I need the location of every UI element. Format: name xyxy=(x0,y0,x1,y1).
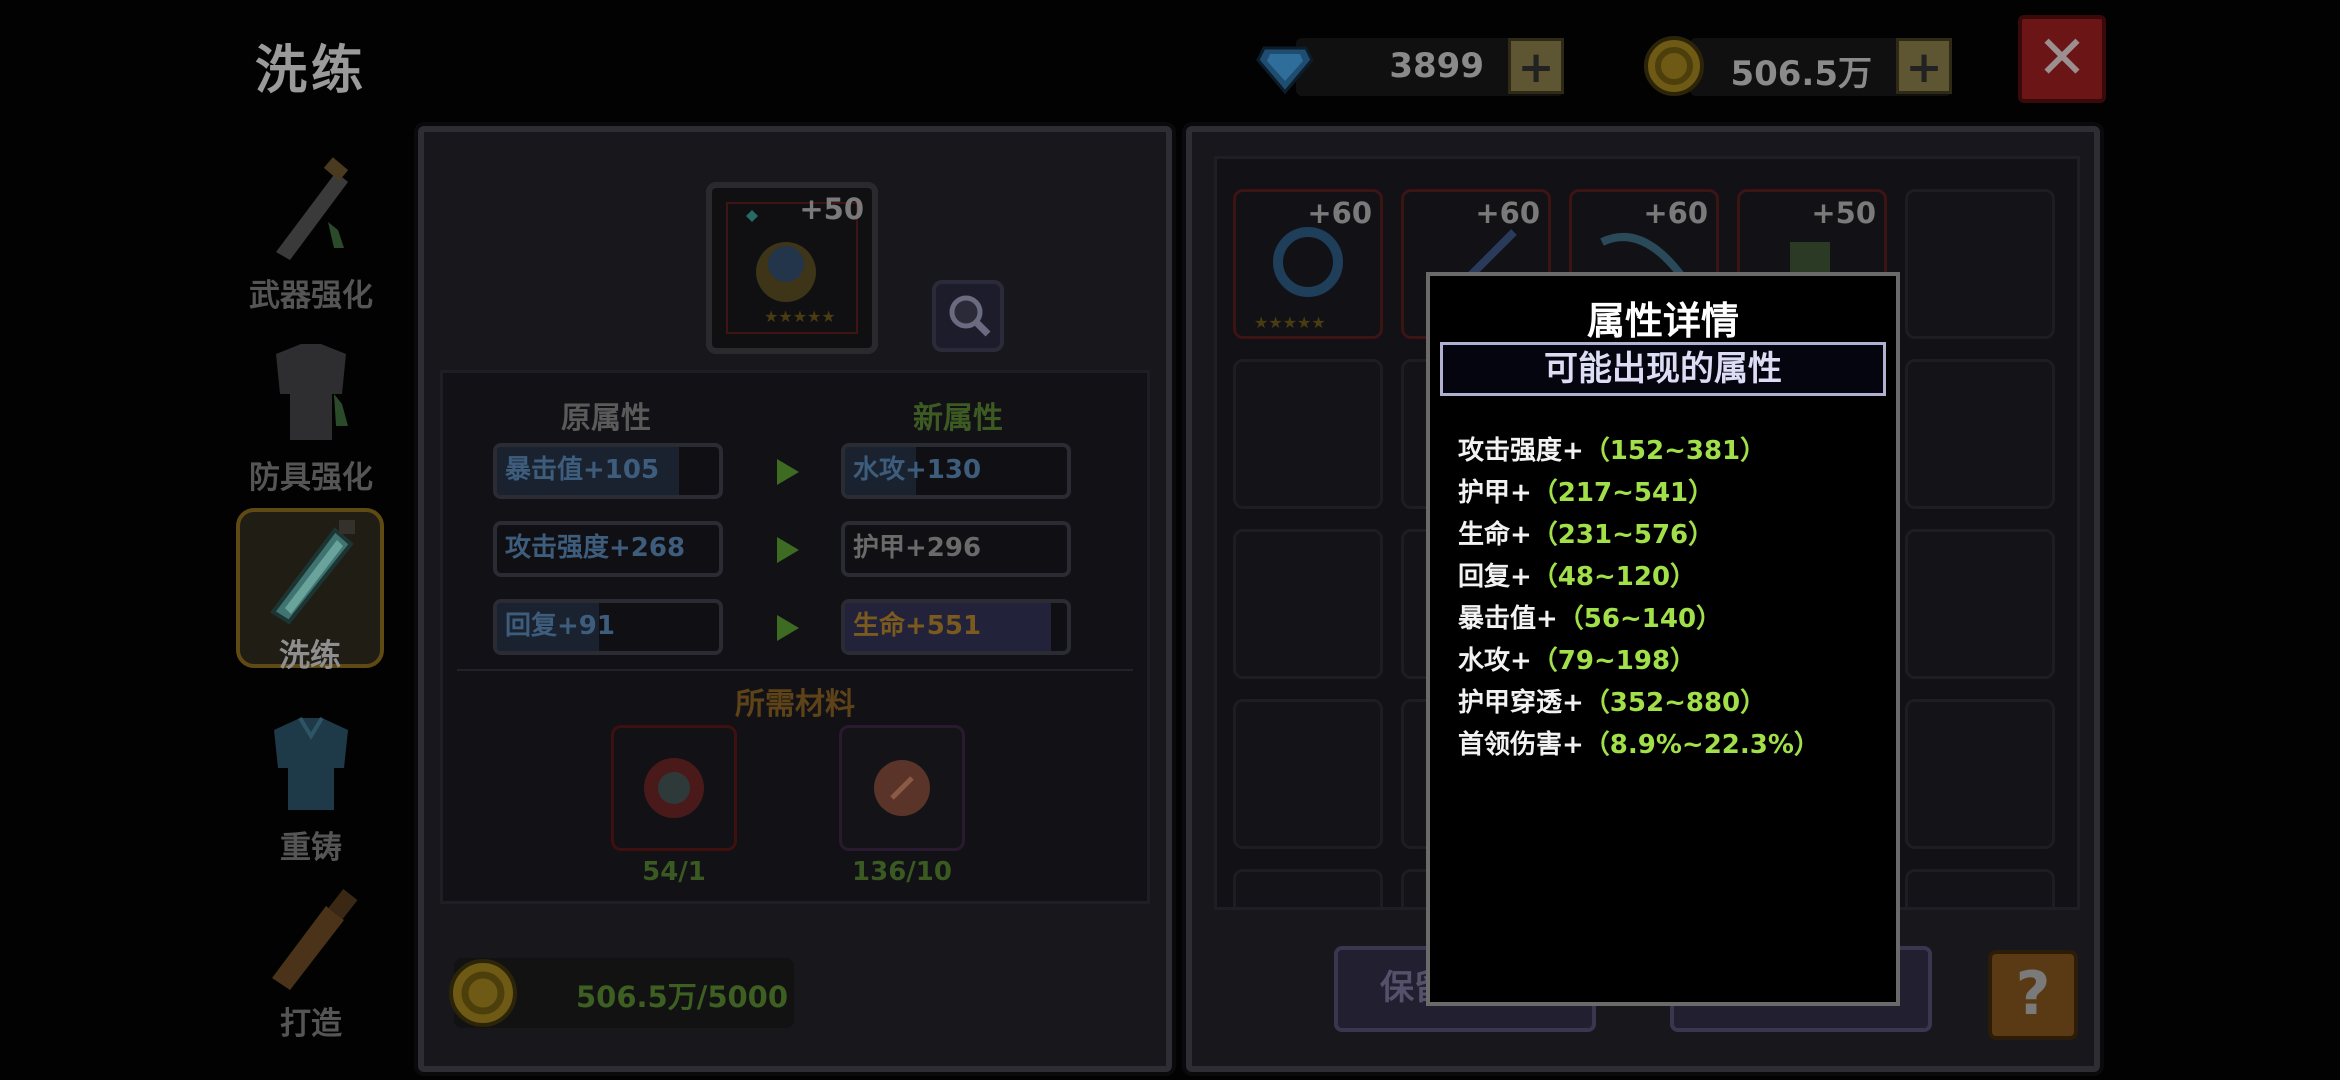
material-count-2: 136/10 xyxy=(852,857,952,887)
inspect-button[interactable] xyxy=(932,280,1004,352)
sidebar-item-reforge-stats[interactable]: 洗练 xyxy=(236,508,384,674)
arrow-icon xyxy=(777,459,799,485)
sidebar-item-craft[interactable]: 打造 xyxy=(238,880,384,1050)
gold-coin-icon xyxy=(449,959,517,1027)
attribute-entry: 护甲穿透+（352~880） xyxy=(1458,688,1767,718)
sidebar-item-label: 防具强化 xyxy=(249,460,373,496)
add-gold-button[interactable]: + xyxy=(1896,38,1952,94)
attribute-entry: 水攻+（79~198） xyxy=(1458,646,1697,676)
new-attribute-1: 水攻+130 xyxy=(841,443,1071,499)
inventory-slot[interactable] xyxy=(1233,869,1383,907)
reforge-stone-icon xyxy=(644,758,704,818)
crystal-sword-icon xyxy=(270,520,355,625)
gem-icon xyxy=(1256,46,1314,95)
old-attribute-1: 暴击值+105 xyxy=(493,443,723,499)
add-gems-button[interactable]: + xyxy=(1508,38,1564,94)
sidebar-item-weapon-upgrade[interactable]: 武器强化 xyxy=(238,152,384,314)
craft-blade-icon xyxy=(272,889,358,990)
attribute-entry: 生命+（231~576） xyxy=(1458,520,1715,550)
gold-count: 506.5万 xyxy=(1730,54,1872,94)
sidebar-item-label: 武器强化 xyxy=(249,278,373,314)
inventory-slot[interactable]: ★★★★★ +60 xyxy=(1233,189,1383,339)
divider xyxy=(457,669,1133,671)
inventory-slot[interactable] xyxy=(1905,529,2055,679)
gold-counter: 506.5万 + xyxy=(1644,36,1952,96)
magnifier-icon xyxy=(949,295,991,337)
material-count-1: 54/1 xyxy=(642,857,706,887)
attribute-entry: 护甲+（217~541） xyxy=(1458,478,1715,508)
help-button[interactable]: ? xyxy=(1988,950,2078,1040)
inventory-slot[interactable] xyxy=(1905,189,2055,339)
new-attribute-2: 护甲+296 xyxy=(841,521,1071,577)
reforge-panel: ★★★★★ +50 原属性 新属性 暴击值+105 水攻+130 攻击强度+26… xyxy=(418,126,1172,1072)
inventory-slot[interactable] xyxy=(1233,699,1383,849)
arrow-icon xyxy=(777,615,799,641)
inventory-slot[interactable] xyxy=(1905,699,2055,849)
new-attributes-header: 新属性 xyxy=(913,401,1003,436)
popup-subtitle: 可能出现的属性 xyxy=(1440,342,1886,396)
selected-item-slot[interactable]: ★★★★★ +50 xyxy=(706,182,878,354)
gold-cost-bar: 506.5万/5000 xyxy=(449,958,794,1028)
material-slot-1[interactable] xyxy=(611,725,737,851)
old-attributes-header: 原属性 xyxy=(561,401,651,436)
sidebar-item-armor-upgrade[interactable]: 防具强化 xyxy=(238,334,384,496)
old-attribute-3: 回复+91 xyxy=(493,599,723,655)
arrow-icon xyxy=(777,537,799,563)
materials-header: 所需材料 xyxy=(735,687,855,722)
new-attribute-3: 生命+551 xyxy=(841,599,1071,655)
item-level: +50 xyxy=(799,192,864,226)
gem-count: 3899 xyxy=(1389,46,1484,86)
attribute-entry: 首领伤害+（8.9%~22.3%） xyxy=(1458,730,1820,760)
sidebar-item-recast[interactable]: 重铸 xyxy=(238,704,384,866)
close-button[interactable]: ✕ xyxy=(2018,15,2106,103)
inventory-slot[interactable] xyxy=(1905,869,2055,907)
svg-text:★★★★★: ★★★★★ xyxy=(1254,313,1326,332)
inventory-slot[interactable] xyxy=(1233,529,1383,679)
armor-icon xyxy=(276,344,348,440)
popup-title: 属性详情 xyxy=(1586,299,1739,343)
gem-counter: 3899 + xyxy=(1256,38,1564,96)
red-gem-icon xyxy=(874,760,930,816)
sidebar-item-label: 打造 xyxy=(280,1006,342,1042)
sidebar-item-label: 重铸 xyxy=(280,830,342,866)
material-slot-2[interactable] xyxy=(839,725,965,851)
attribute-entry: 攻击强度+（152~381） xyxy=(1458,436,1767,466)
attribute-detail-popup[interactable]: 属性详情 可能出现的属性 攻击强度+（152~381） 护甲+（217~541）… xyxy=(1426,272,1900,1006)
attribute-entry: 回复+（48~120） xyxy=(1458,562,1697,592)
sword-icon xyxy=(276,157,349,260)
chest-armor-icon xyxy=(274,716,348,810)
inventory-slot[interactable] xyxy=(1233,359,1383,509)
attribute-compare-area: 原属性 新属性 暴击值+105 水攻+130 攻击强度+268 护甲+296 回… xyxy=(440,370,1150,904)
gold-coin-icon xyxy=(1644,36,1704,96)
page-title: 洗练 xyxy=(255,41,368,101)
sidebar-item-label: 洗练 xyxy=(279,638,341,674)
gold-cost: 506.5万/5000 xyxy=(576,980,789,1014)
inventory-slot[interactable] xyxy=(1905,359,2055,509)
svg-text:★★★★★: ★★★★★ xyxy=(764,307,836,326)
attribute-entry: 暴击值+（56~140） xyxy=(1458,604,1723,634)
old-attribute-2: 攻击强度+268 xyxy=(493,521,723,577)
